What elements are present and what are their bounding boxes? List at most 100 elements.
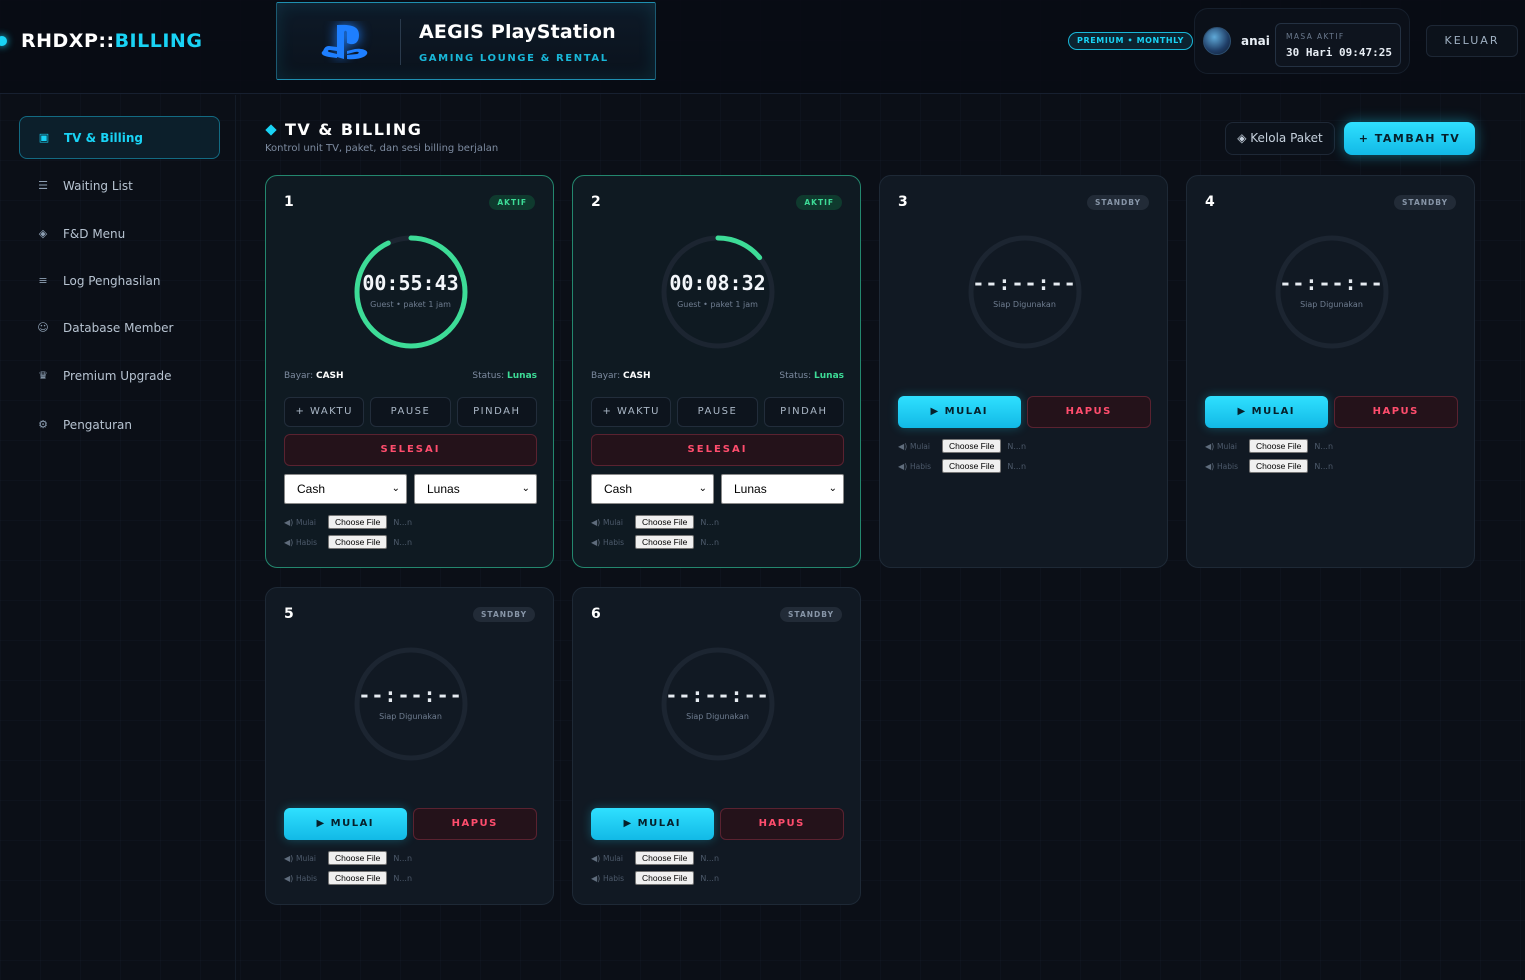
sidebar-item-waiting-list[interactable]: ☰ Waiting List: [19, 164, 220, 207]
sound-label: Mulai: [603, 517, 623, 527]
user-panel: anai MASA AKTIF 30 Hari 09:47:25: [1194, 8, 1410, 74]
sidebar-item-pengaturan[interactable]: ⚙ Pengaturan: [19, 403, 220, 446]
payment-method-select[interactable]: Cash ⌄: [591, 474, 714, 504]
choose-file-button[interactable]: Choose File: [1249, 439, 1309, 453]
choose-file-button[interactable]: Choose File: [942, 439, 1002, 453]
page-subtitle: Kontrol unit TV, paket, dan sesi billing…: [265, 143, 499, 154]
start-button[interactable]: ▶ MULAI: [1205, 396, 1328, 428]
diamond-icon: ◈: [38, 227, 48, 240]
action-row: ▶ MULAI HAPUS: [898, 396, 1151, 428]
session-timer: --:--:--: [665, 683, 770, 707]
sound-end-row: ◀) Habis Choose File N...n: [284, 535, 412, 549]
chevron-down-icon: ⌄: [521, 483, 530, 494]
payment-row: Bayar: CASH Status: Lunas: [591, 371, 844, 381]
choose-file-button[interactable]: Choose File: [1249, 459, 1309, 473]
pay-prefix: Bayar:: [284, 371, 314, 381]
sound-label: Habis: [296, 873, 317, 883]
payment-method-select[interactable]: Cash ⌄: [284, 474, 407, 504]
manage-packages-button[interactable]: ◈ Kelola Paket: [1225, 122, 1335, 155]
sound-start-row: ◀) Mulai Choose File N...n: [284, 515, 412, 529]
add-time-button[interactable]: + WAKTU: [591, 397, 672, 427]
delete-button[interactable]: HAPUS: [1333, 396, 1458, 428]
select-value: Cash: [297, 482, 326, 496]
finish-button[interactable]: SELESAI: [284, 434, 537, 466]
sidebar-item-premium-upgrade[interactable]: ♛ Premium Upgrade: [19, 354, 220, 397]
payment-status-select[interactable]: Lunas ⌄: [414, 474, 537, 504]
session-timer: 00:55:43: [362, 271, 459, 295]
file-name: N...n: [1314, 441, 1334, 451]
file-name: N...n: [393, 873, 413, 883]
sound-label: Habis: [603, 537, 624, 547]
brand-dot-icon: [0, 36, 7, 46]
sound-label: Mulai: [296, 853, 316, 863]
action-row: ▶ MULAI HAPUS: [1205, 396, 1458, 428]
tv-number: 6: [591, 606, 601, 622]
finish-button[interactable]: SELESAI: [591, 434, 844, 466]
choose-file-button[interactable]: Choose File: [328, 851, 388, 865]
session-info: Guest • paket 1 jam: [370, 300, 451, 309]
add-tv-button[interactable]: + TAMBAH TV: [1344, 122, 1475, 155]
subscription-timer: MASA AKTIF 30 Hari 09:47:25: [1275, 23, 1401, 67]
speaker-icon: ◀): [898, 441, 908, 451]
status-badge: STANDBY: [1394, 195, 1456, 210]
speaker-icon: ◀): [591, 853, 601, 863]
tv-number: 1: [284, 194, 294, 210]
choose-file-button[interactable]: Choose File: [328, 871, 388, 885]
sound-label: Mulai: [603, 853, 623, 863]
pay-method: CASH: [622, 371, 651, 381]
pause-button[interactable]: PAUSE: [370, 397, 451, 427]
sound-label: Habis: [296, 537, 317, 547]
control-row: + WAKTU PAUSE PINDAH: [591, 397, 844, 427]
payment-status-select[interactable]: Lunas ⌄: [721, 474, 844, 504]
pay-status: Status: Lunas: [779, 371, 844, 381]
tv-card: 5 STANDBY --:--:-- Siap Digunakan ▶ MULAI …: [265, 587, 554, 905]
move-button[interactable]: PINDAH: [763, 397, 844, 427]
move-button[interactable]: PINDAH: [456, 397, 537, 427]
file-name: N...n: [1314, 461, 1334, 471]
speaker-icon: ◀): [284, 537, 294, 547]
sound-start-row: ◀) Mulai Choose File N...n: [898, 439, 1026, 453]
choose-file-button[interactable]: Choose File: [635, 515, 695, 529]
tv-card: 1 AKTIF 00:55:43 Guest • paket 1 jam Bayar…: [265, 175, 554, 568]
choose-file-button[interactable]: Choose File: [635, 851, 695, 865]
sidebar-item-database-member[interactable]: ☺ Database Member: [19, 306, 220, 349]
sidebar-item-log-penghasilan[interactable]: ≡ Log Penghasilan: [19, 259, 220, 302]
speaker-icon: ◀): [591, 873, 601, 883]
lounge-title: AEGIS PlayStation: [419, 21, 616, 43]
start-button[interactable]: ▶ MULAI: [591, 808, 714, 840]
brand-prefix: RHDXP::: [21, 30, 115, 52]
session-timer: --:--:--: [1279, 271, 1384, 295]
start-button[interactable]: ▶ MULAI: [284, 808, 407, 840]
choose-file-button[interactable]: Choose File: [942, 459, 1002, 473]
sidebar-item-label: F&D Menu: [63, 226, 126, 241]
status-prefix: Status:: [472, 371, 505, 381]
sidebar-item-tv-billing[interactable]: ▣ TV & Billing: [19, 116, 220, 159]
choose-file-button[interactable]: Choose File: [635, 535, 695, 549]
delete-button[interactable]: HAPUS: [1026, 396, 1151, 428]
file-name: N...n: [393, 537, 413, 547]
active-time: 30 Hari 09:47:25: [1286, 46, 1392, 59]
active-label: MASA AKTIF: [1286, 32, 1345, 41]
sound-label: Habis: [910, 461, 931, 471]
sound-start-row: ◀) Mulai Choose File N...n: [591, 851, 719, 865]
delete-button[interactable]: HAPUS: [412, 808, 537, 840]
plan-badge: PREMIUM • MONTHLY: [1068, 32, 1194, 50]
sidebar-item-label: Log Penghasilan: [63, 273, 161, 288]
logout-button[interactable]: KELUAR: [1426, 25, 1518, 57]
choose-file-button[interactable]: Choose File: [328, 515, 388, 529]
gear-icon: ⚙: [38, 418, 48, 431]
sidebar-item-fnd-menu[interactable]: ◈ F&D Menu: [19, 212, 220, 255]
avatar[interactable]: [1203, 27, 1231, 55]
start-button[interactable]: ▶ MULAI: [898, 396, 1021, 428]
pay-prefix: Bayar:: [591, 371, 621, 381]
session-info: Siap Digunakan: [1300, 300, 1363, 309]
delete-button[interactable]: HAPUS: [719, 808, 844, 840]
pause-button[interactable]: PAUSE: [677, 397, 758, 427]
choose-file-button[interactable]: Choose File: [635, 871, 695, 885]
add-time-button[interactable]: + WAKTU: [284, 397, 365, 427]
action-row: ▶ MULAI HAPUS: [284, 808, 537, 840]
sound-label: Habis: [1217, 461, 1238, 471]
speaker-icon: ◀): [1205, 441, 1215, 451]
session-info: Guest • paket 1 jam: [677, 300, 758, 309]
choose-file-button[interactable]: Choose File: [328, 535, 388, 549]
